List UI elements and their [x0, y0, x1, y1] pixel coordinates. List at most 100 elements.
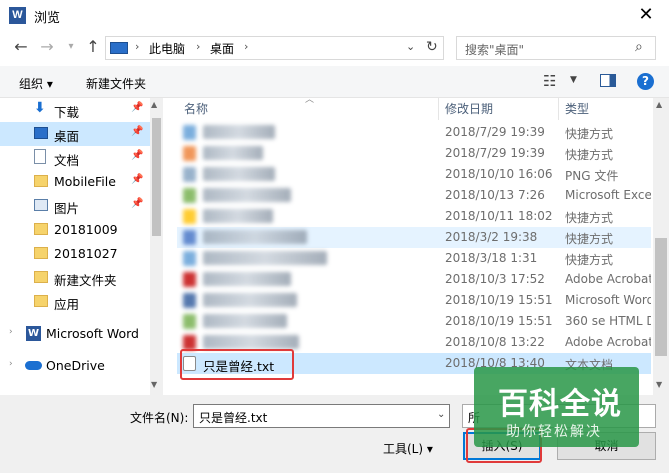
breadcrumb-separator-icon: › [196, 40, 201, 53]
file-type: 快捷方式 [565, 232, 614, 246]
sidebar-item-20181009[interactable]: 20181009 [0, 218, 150, 242]
title-bar: W 浏览 ✕ [0, 0, 669, 31]
sidebar-item-label: 桌面 [54, 129, 80, 144]
sidebar-item-mobilefile[interactable]: MobileFile 📌 [0, 170, 150, 194]
sidebar-item-onedrive[interactable]: › OneDrive [0, 354, 150, 378]
file-icon [183, 188, 196, 203]
organize-button[interactable]: 组织 ▾ [19, 75, 53, 92]
help-icon[interactable]: ? [637, 73, 654, 90]
file-date: 2018/7/29 19:39 [445, 146, 545, 160]
sidebar-scroll-thumb[interactable] [152, 118, 161, 236]
file-icon [183, 146, 196, 161]
file-icon [183, 251, 196, 266]
sidebar-item-downloads[interactable]: ⬇ 下载 📌 [0, 98, 150, 122]
sidebar-item-desktop[interactable]: 桌面 📌 [0, 122, 150, 146]
recent-locations-button[interactable]: ▾ [60, 36, 82, 58]
file-name [203, 293, 297, 307]
column-header-type[interactable]: 类型 [565, 100, 589, 117]
file-date: 2018/10/19 15:51 [445, 293, 553, 307]
up-button[interactable]: ↑ [82, 36, 104, 58]
file-type: 快捷方式 [565, 148, 614, 162]
scroll-up-icon[interactable]: ▲ [151, 100, 157, 109]
file-type: Adobe Acrobat [565, 272, 651, 286]
column-header-date[interactable]: 修改日期 [445, 100, 493, 117]
file-icon [183, 314, 196, 329]
download-icon: ⬇ [34, 100, 46, 116]
document-icon [34, 149, 46, 164]
scroll-down-icon[interactable]: ▼ [656, 380, 662, 389]
search-input[interactable]: 搜索"桌面" ⌕ [456, 36, 656, 60]
sidebar-item-pictures[interactable]: 图片 📌 [0, 194, 150, 218]
sidebar-item-new-folder[interactable]: 新建文件夹 [0, 266, 150, 290]
new-folder-button[interactable]: 新建文件夹 [86, 75, 146, 92]
file-row[interactable]: 2018/10/13 7:26 Microsoft Excel [177, 185, 651, 206]
breadcrumb-desktop[interactable]: 桌面 [210, 40, 234, 57]
file-name [203, 314, 287, 328]
file-type: 快捷方式 [565, 127, 614, 141]
search-icon[interactable]: ⌕ [635, 39, 643, 55]
file-row[interactable]: 2018/3/18 1:31 快捷方式 [177, 248, 651, 269]
file-type: Microsoft Excel [565, 188, 651, 202]
pin-icon: 📌 [131, 198, 144, 209]
folder-icon [34, 295, 48, 307]
window-title: 浏览 [34, 11, 61, 26]
back-button[interactable]: ← [10, 36, 32, 58]
filename-input[interactable]: 只是曾经.txt ⌄ [193, 404, 450, 428]
file-row[interactable]: 2018/7/29 19:39 快捷方式 [177, 143, 651, 164]
scroll-down-icon[interactable]: ▼ [151, 380, 157, 389]
file-name [203, 335, 299, 349]
forward-button[interactable]: → [36, 36, 58, 58]
file-row[interactable]: 2018/10/3 17:52 Adobe Acrobat [177, 269, 651, 290]
expand-chevron-icon[interactable]: › [9, 359, 13, 369]
file-date: 2018/10/3 17:52 [445, 272, 545, 286]
filename-value: 只是曾经.txt [199, 411, 268, 425]
sidebar-item-documents[interactable]: 文档 📌 [0, 146, 150, 170]
file-row[interactable]: 2018/3/2 19:38 快捷方式 [177, 227, 651, 248]
file-list-scroll-thumb[interactable] [655, 238, 667, 356]
folder-icon [34, 175, 48, 187]
column-divider [438, 98, 439, 120]
file-icon [183, 230, 196, 245]
folder-icon [34, 223, 48, 235]
view-dropdown-icon[interactable]: ▼ [570, 75, 577, 85]
watermark-title: 百科全说 [498, 387, 622, 422]
tools-label: 工具(L) [383, 442, 424, 456]
file-type: 360 se HTML Do [565, 314, 651, 328]
sidebar-item-label: 应用 [54, 297, 80, 312]
sidebar-item-apps[interactable]: 应用 [0, 290, 150, 314]
watermark-logo: 百科全说 助你轻松解决 [474, 367, 639, 447]
file-name [203, 230, 307, 244]
preview-pane-icon[interactable] [600, 74, 616, 87]
view-options-icon[interactable]: ☷ [543, 72, 556, 90]
sidebar-item-label: 文档 [54, 153, 80, 168]
file-row[interactable]: 2018/10/10 16:06 PNG 文件 [177, 164, 651, 185]
address-dropdown-icon[interactable]: ⌄ [406, 40, 415, 53]
file-name [203, 251, 327, 265]
refresh-icon[interactable]: ↻ [426, 39, 438, 55]
tools-button[interactable]: 工具(L) ▾ [383, 440, 433, 457]
pin-icon: 📌 [131, 102, 144, 113]
scroll-up-icon[interactable]: ▲ [656, 100, 662, 109]
file-row[interactable]: 2018/7/29 19:39 快捷方式 [177, 122, 651, 143]
file-row[interactable]: 2018/10/19 15:51 360 se HTML Do [177, 311, 651, 332]
sidebar-item-20181027[interactable]: 20181027 [0, 242, 150, 266]
file-date: 2018/10/10 16:06 [445, 167, 553, 181]
sidebar-item-label: 20181009 [54, 222, 118, 237]
file-row[interactable]: 2018/10/19 15:51 Microsoft Word [177, 290, 651, 311]
file-type: Adobe Acrobat [565, 335, 651, 349]
close-icon[interactable]: ✕ [631, 3, 661, 27]
file-name [203, 125, 275, 139]
file-row[interactable]: 2018/10/11 18:02 快捷方式 [177, 206, 651, 227]
word-icon: W [26, 326, 41, 341]
column-header-name[interactable]: 名称 [184, 100, 208, 117]
column-divider [558, 98, 559, 120]
pin-icon: 📌 [131, 150, 144, 161]
filename-dropdown-icon[interactable]: ⌄ [437, 409, 445, 420]
sidebar-item-microsoft-word[interactable]: › W Microsoft Word [0, 322, 150, 346]
file-date: 2018/3/2 19:38 [445, 230, 538, 244]
address-bar[interactable]: › 此电脑 › 桌面 › ⌄ ↻ [105, 36, 444, 60]
file-name [203, 209, 273, 223]
breadcrumb-this-pc[interactable]: 此电脑 [149, 40, 185, 57]
expand-chevron-icon[interactable]: › [9, 327, 13, 337]
file-icon [183, 167, 196, 182]
